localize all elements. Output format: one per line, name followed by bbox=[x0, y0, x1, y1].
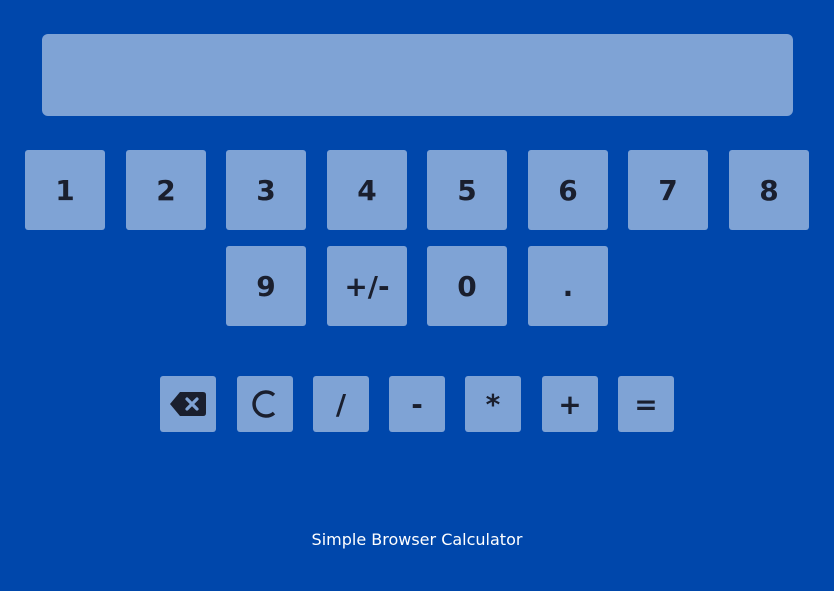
key-6[interactable]: 6 bbox=[528, 150, 608, 230]
calculator-display bbox=[42, 34, 793, 116]
key-1[interactable]: 1 bbox=[25, 150, 105, 230]
equals-button[interactable]: = bbox=[618, 376, 674, 432]
backspace-button[interactable] bbox=[160, 376, 216, 432]
key-3[interactable]: 3 bbox=[226, 150, 306, 230]
key-0[interactable]: 0 bbox=[427, 246, 507, 326]
key-9[interactable]: 9 bbox=[226, 246, 306, 326]
multiply-button[interactable]: * bbox=[465, 376, 521, 432]
add-button[interactable]: + bbox=[542, 376, 598, 432]
key-7[interactable]: 7 bbox=[628, 150, 708, 230]
key-2[interactable]: 2 bbox=[126, 150, 206, 230]
key-plus-minus[interactable]: +/- bbox=[327, 246, 407, 326]
clear-icon bbox=[250, 388, 280, 420]
key-8[interactable]: 8 bbox=[729, 150, 809, 230]
key-5[interactable]: 5 bbox=[427, 150, 507, 230]
subtract-button[interactable]: - bbox=[389, 376, 445, 432]
key-4[interactable]: 4 bbox=[327, 150, 407, 230]
clear-button[interactable] bbox=[237, 376, 293, 432]
footer-title: Simple Browser Calculator bbox=[311, 530, 523, 549]
key-decimal[interactable]: . bbox=[528, 246, 608, 326]
divide-button[interactable]: / bbox=[313, 376, 369, 432]
backspace-icon bbox=[169, 391, 207, 417]
